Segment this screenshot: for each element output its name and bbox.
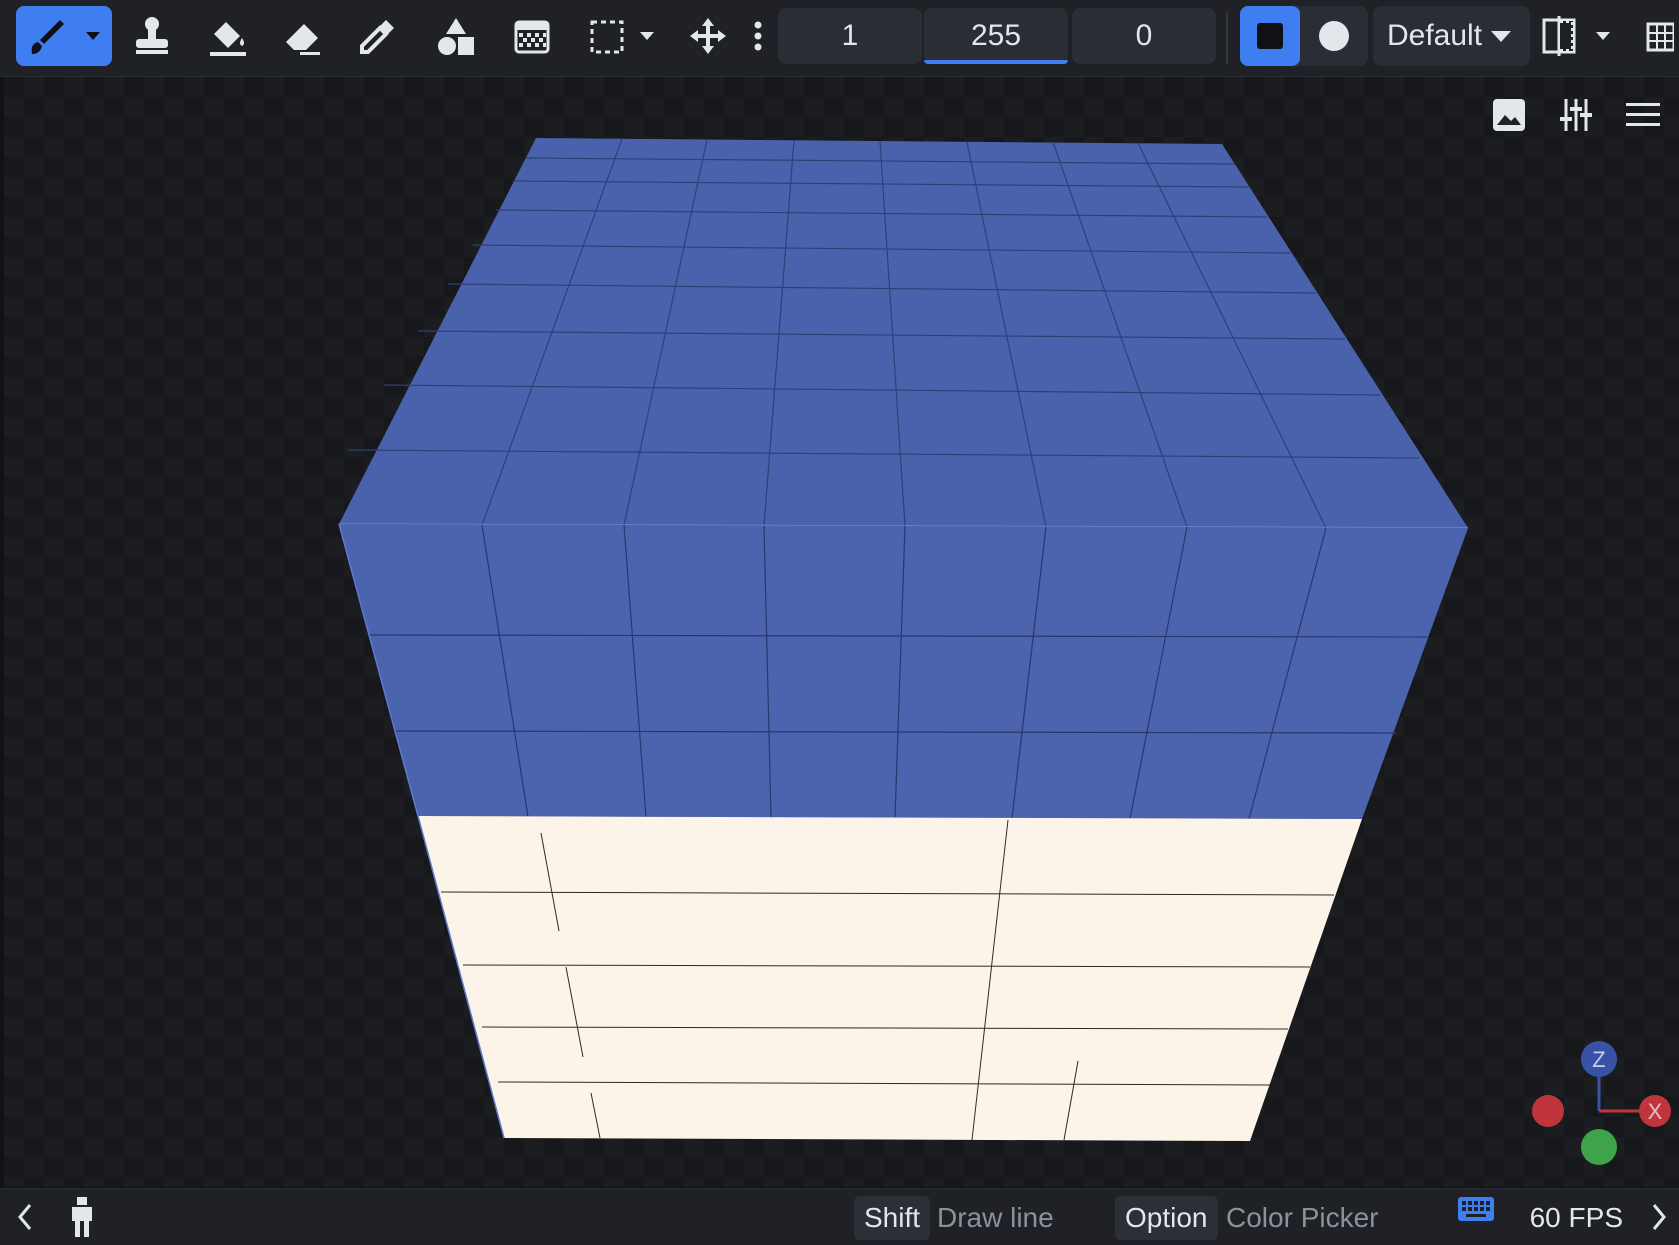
3d-viewport[interactable]: Z X <box>4 77 1679 1187</box>
brush-icon <box>31 20 100 54</box>
chevron-right-icon <box>1652 1204 1666 1230</box>
vertical-dots-icon <box>754 21 762 51</box>
eyedropper-icon <box>360 20 394 54</box>
shift-key-label: Shift <box>864 1202 921 1233</box>
dither-tool-button[interactable] <box>500 6 564 66</box>
collapse-right-button[interactable] <box>1648 1201 1670 1238</box>
eraser-icon <box>286 24 320 55</box>
cube-front-face-cream <box>418 816 1362 1141</box>
collapse-left-button[interactable] <box>14 1201 36 1238</box>
shift-key-badge: Shift <box>854 1196 931 1240</box>
brush-tool-button[interactable] <box>16 6 112 66</box>
mirror-tool-button[interactable] <box>1540 6 1624 66</box>
preset-dropdown[interactable]: Default <box>1373 6 1530 66</box>
grid-icon <box>1646 22 1674 52</box>
voxel-cube[interactable] <box>4 77 1679 1187</box>
status-bar: Shift Draw line Option Color Picker 60 F… <box>0 1188 1679 1245</box>
square-icon <box>1257 23 1283 49</box>
y-axis-handle[interactable] <box>1581 1129 1617 1165</box>
opacity-value: 255 <box>970 19 1022 52</box>
brush-shape-group <box>1240 6 1368 66</box>
circle-brush-button[interactable] <box>1304 6 1364 66</box>
fps-text: 60 FPS <box>1529 1202 1623 1233</box>
shapes-tool-button[interactable] <box>424 6 488 66</box>
dither-pattern-icon <box>514 20 550 54</box>
toolbar-divider <box>1226 12 1228 64</box>
brush-size-field[interactable]: 1 <box>778 8 922 64</box>
selection-tool-button[interactable] <box>574 6 666 66</box>
person-figure-icon <box>72 1197 92 1237</box>
keyboard-shortcuts-button[interactable] <box>1457 1193 1495 1230</box>
shift-hint-text: Draw line <box>937 1202 1054 1233</box>
stamp-icon <box>136 17 168 54</box>
stamp-tool-button[interactable] <box>120 6 184 66</box>
eraser-tool-button[interactable] <box>270 6 334 66</box>
chevron-left-icon <box>18 1204 32 1230</box>
more-options-button[interactable] <box>740 6 776 66</box>
active-field-indicator <box>924 60 1068 64</box>
chevron-down-icon <box>1491 31 1512 42</box>
preset-dropdown-label: Default <box>1387 19 1483 52</box>
paint-bucket-icon <box>210 22 246 56</box>
x-axis-label: X <box>1648 1099 1663 1124</box>
option-hint: Color Picker <box>1226 1196 1378 1240</box>
keyboard-icon <box>1458 1197 1494 1221</box>
character-button[interactable] <box>66 1195 98 1244</box>
shapes-icon <box>438 18 474 55</box>
option-key-label: Option <box>1125 1202 1208 1233</box>
option-key-badge: Option <box>1115 1196 1218 1240</box>
cube-top-face <box>339 138 1468 528</box>
square-brush-button[interactable] <box>1240 6 1300 66</box>
marquee-selection-icon <box>590 20 654 54</box>
option-hint-text: Color Picker <box>1226 1202 1379 1233</box>
move-arrows-icon <box>690 18 726 54</box>
move-tool-button[interactable] <box>676 6 740 66</box>
third-value-field[interactable]: 0 <box>1072 8 1216 64</box>
main-toolbar: 1 255 0 Default <box>0 0 1679 77</box>
neg-x-axis-handle[interactable] <box>1532 1095 1564 1127</box>
fps-counter: 60 FPS <box>1530 1196 1623 1240</box>
third-value: 0 <box>1135 19 1153 52</box>
shift-hint: Draw line <box>937 1196 1054 1240</box>
eyedropper-tool-button[interactable] <box>346 6 410 66</box>
brush-size-value: 1 <box>841 19 859 52</box>
fill-tool-button[interactable] <box>196 6 260 66</box>
axis-gizmo[interactable]: Z X <box>1519 1037 1679 1167</box>
grid-tool-button[interactable] <box>1638 6 1678 66</box>
z-axis-label: Z <box>1592 1047 1605 1072</box>
mirror-icon <box>1542 16 1610 56</box>
circle-icon <box>1319 21 1349 51</box>
opacity-field[interactable]: 255 <box>924 8 1068 64</box>
